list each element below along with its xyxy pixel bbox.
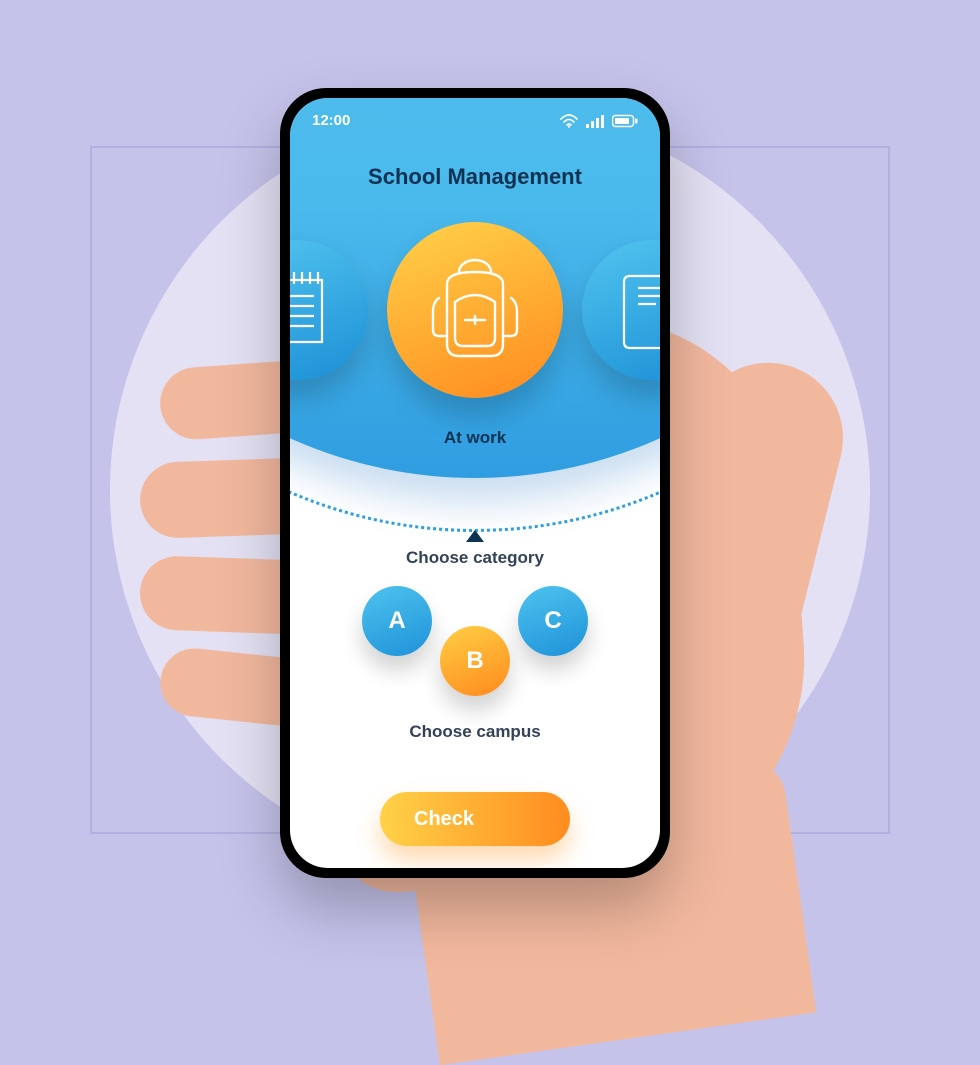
category-next[interactable]: [582, 240, 660, 380]
chevron-up-icon: [466, 530, 484, 542]
category-carousel[interactable]: [290, 222, 660, 422]
choose-campus-label: Choose campus: [290, 722, 660, 742]
campus-option-c[interactable]: C: [518, 586, 588, 656]
notepad-icon: [290, 270, 330, 350]
category-prev[interactable]: [290, 240, 368, 380]
wifi-icon: [560, 114, 578, 128]
category-selected[interactable]: [387, 222, 563, 398]
check-button[interactable]: Check: [380, 792, 570, 846]
status-bar: 12:00: [290, 112, 660, 129]
choose-category-label: Choose category: [290, 548, 660, 568]
battery-icon: [612, 114, 638, 128]
page-title: School Management: [290, 164, 660, 190]
selected-category-label: At work: [290, 428, 660, 448]
phone-screen: 12:00 School Management: [290, 98, 660, 868]
book-icon: [620, 270, 660, 350]
backpack-icon: [429, 258, 521, 362]
campus-selector: A B C: [290, 586, 660, 716]
campus-option-a[interactable]: A: [362, 586, 432, 656]
campus-option-b[interactable]: B: [440, 626, 510, 696]
signal-icon: [586, 114, 604, 128]
status-time: 12:00: [312, 112, 350, 129]
phone-frame: 12:00 School Management: [280, 88, 670, 878]
